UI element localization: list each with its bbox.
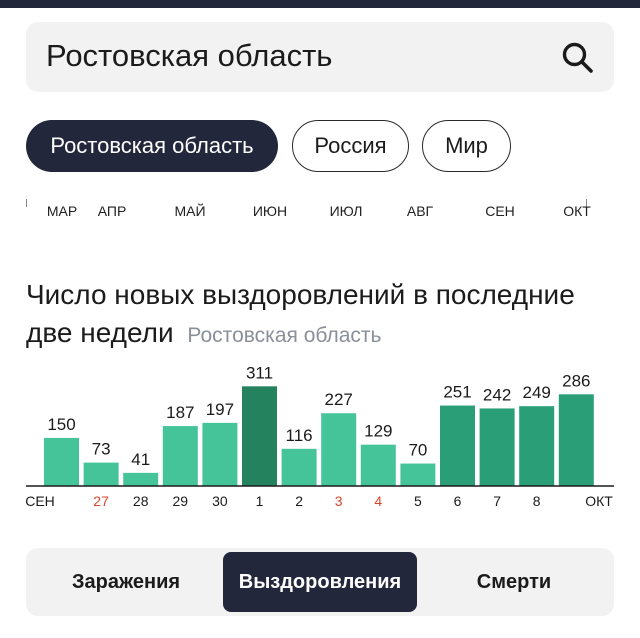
bar-value-label: 41 <box>131 450 150 469</box>
chip-world[interactable]: Мир <box>422 120 511 172</box>
search-icon[interactable] <box>560 40 596 76</box>
timeline-month: ОКТ <box>563 203 591 219</box>
bar[interactable] <box>558 394 594 486</box>
bar[interactable] <box>123 472 159 486</box>
x-tick-label: 6 <box>454 493 462 509</box>
bar[interactable] <box>83 462 119 486</box>
bar[interactable] <box>519 406 555 486</box>
bar-value-label: 242 <box>483 385 511 404</box>
bar-value-label: 150 <box>47 415 75 434</box>
bar[interactable] <box>440 405 475 486</box>
x-tick-label: 29 <box>173 493 189 509</box>
x-tick-label: 27 <box>93 493 109 509</box>
x-tick-label: 1 <box>256 493 264 509</box>
bar[interactable] <box>400 463 436 486</box>
chart-heading: Число новых выздоровлений в последние дв… <box>26 276 616 355</box>
tab-infections[interactable]: Заражения <box>30 552 222 612</box>
x-tick-label: 5 <box>414 493 422 509</box>
bar[interactable] <box>321 413 357 486</box>
bar[interactable] <box>479 408 515 486</box>
timeline-month: АВГ <box>406 203 434 219</box>
bar-value-label: 227 <box>325 390 353 409</box>
timeline-month: МАЙ <box>174 203 206 219</box>
top-bar <box>0 0 640 8</box>
search-bar[interactable]: Ростовская область <box>26 22 614 92</box>
chip-russia[interactable]: Россия <box>292 120 409 172</box>
bar[interactable] <box>242 386 277 486</box>
timeline-month: ИЮН <box>252 203 288 219</box>
tab-deaths[interactable]: Смерти <box>418 552 610 612</box>
bar[interactable] <box>202 422 238 486</box>
bar[interactable] <box>162 426 198 486</box>
bar-value-label: 251 <box>443 383 471 402</box>
bar-value-label: 73 <box>92 440 111 459</box>
x-tick-label: 28 <box>133 493 149 509</box>
metric-tabs: Заражения Выздоровления Смерти <box>26 548 614 616</box>
x-tick-label: 30 <box>212 493 228 509</box>
bar-value-label: 311 <box>246 363 273 382</box>
timeline-month: АПР <box>97 203 127 219</box>
bar[interactable] <box>360 444 396 486</box>
bar-value-label: 286 <box>562 371 590 390</box>
bar-value-label: 70 <box>408 441 427 460</box>
month-timeline[interactable]: МАР АПР МАЙ ИЮН ИЮЛ АВГ СЕН ОКТ <box>26 199 591 223</box>
x-tick-label: ОКТ <box>585 493 613 509</box>
timeline-month: ИЮЛ <box>329 203 363 219</box>
chip-rostov[interactable]: Ростовская область <box>26 120 278 172</box>
bar[interactable] <box>44 437 79 486</box>
timeline-month: МАР <box>46 203 78 219</box>
bar[interactable] <box>281 448 317 486</box>
timeline-month: СЕН <box>485 203 515 219</box>
bar-value-label: 116 <box>286 426 313 445</box>
bar-value-label: 249 <box>523 383 551 402</box>
bar-value-label: 129 <box>364 422 392 441</box>
x-tick-label: 2 <box>295 493 303 509</box>
bar-value-label: 187 <box>166 403 194 422</box>
search-input[interactable]: Ростовская область <box>46 36 332 76</box>
tab-recoveries[interactable]: Выздоровления <box>223 552 417 612</box>
x-tick-label: 8 <box>533 493 541 509</box>
x-tick-label: 4 <box>374 493 382 509</box>
recoveries-bar-chart: 1507341187 19731111622712970251 242 249286С… <box>25 363 614 509</box>
x-tick-label: 3 <box>335 493 343 509</box>
x-tick-label: СЕН <box>25 493 55 509</box>
x-tick-label: 7 <box>493 493 501 509</box>
chart-region: Ростовская область <box>187 324 382 347</box>
bar-value-label: 197 <box>206 400 234 419</box>
